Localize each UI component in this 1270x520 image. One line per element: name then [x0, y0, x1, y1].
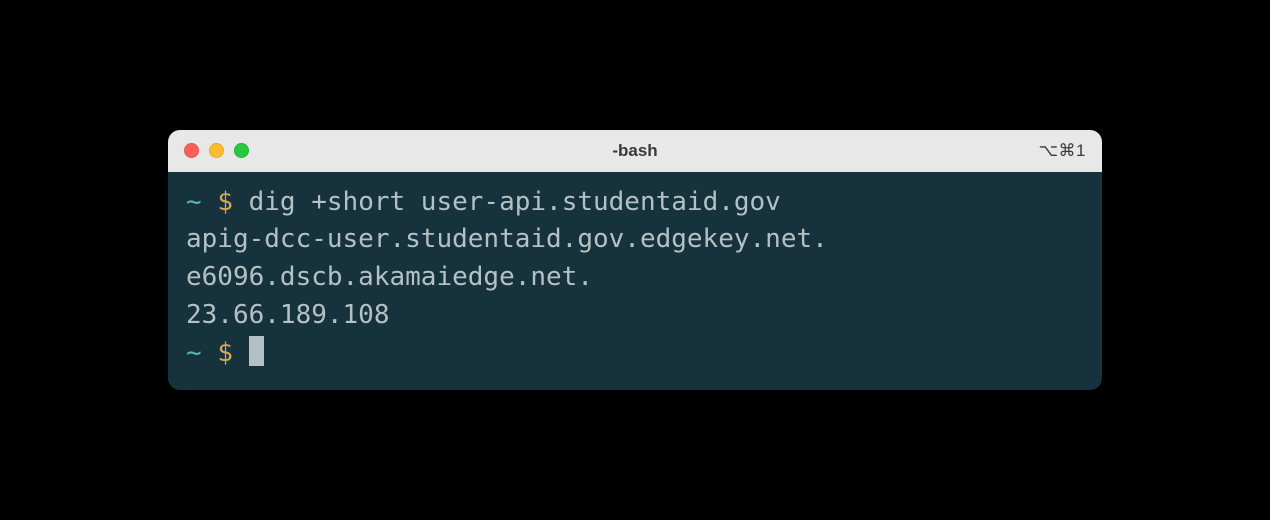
- window-title: -bash: [612, 141, 657, 161]
- output-line: e6096.dscb.akamaiedge.net.: [186, 259, 1084, 297]
- tab-shortcut-indicator: ⌥⌘1: [1038, 141, 1086, 161]
- terminal-body[interactable]: ~ $ dig +short user-api.studentaid.gov a…: [168, 172, 1102, 390]
- traffic-lights: [184, 143, 249, 158]
- command-text: dig +short user-api.studentaid.gov: [249, 187, 781, 217]
- window-titlebar[interactable]: -bash ⌥⌘1: [168, 130, 1102, 172]
- prompt-dollar: $: [217, 187, 233, 217]
- cursor: [249, 336, 264, 366]
- prompt-line: ~ $: [186, 335, 1084, 373]
- prompt-dollar: $: [217, 338, 233, 368]
- output-line: 23.66.189.108: [186, 297, 1084, 335]
- output-line: apig-dcc-user.studentaid.gov.edgekey.net…: [186, 221, 1084, 259]
- terminal-window: -bash ⌥⌘1 ~ $ dig +short user-api.studen…: [168, 130, 1102, 390]
- prompt-tilde: ~: [186, 338, 202, 368]
- zoom-button[interactable]: [234, 143, 249, 158]
- command-line: ~ $ dig +short user-api.studentaid.gov: [186, 184, 1084, 222]
- prompt-tilde: ~: [186, 187, 202, 217]
- minimize-button[interactable]: [209, 143, 224, 158]
- close-button[interactable]: [184, 143, 199, 158]
